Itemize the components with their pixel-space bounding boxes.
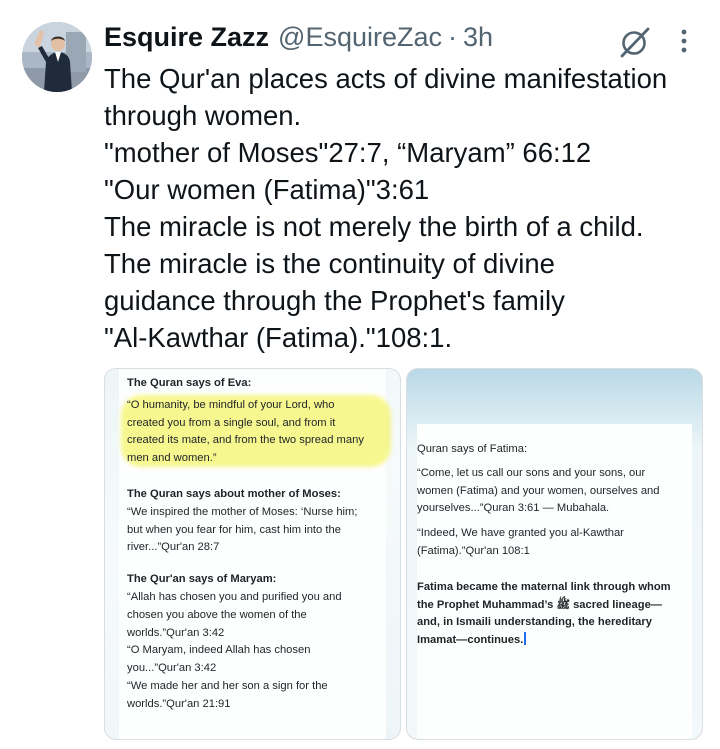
timestamp[interactable]: 3h bbox=[463, 22, 493, 53]
doc-bold-line: the Prophet Muhammad’s ﷺ sacred lineage— bbox=[417, 598, 662, 611]
grok-icon[interactable] bbox=[618, 25, 652, 59]
heading-maryam: The Qur'an says of Maryam: bbox=[127, 573, 277, 586]
more-options-icon[interactable] bbox=[677, 28, 691, 54]
doc-line: created you from a single soul, and from… bbox=[127, 416, 336, 429]
tweet-text: The Qur'an places acts of divine manifes… bbox=[104, 60, 704, 356]
media-image-right[interactable]: Quran says of Fatima: “Come, let us call… bbox=[406, 368, 703, 740]
doc-line: “We inspired the mother of Moses: ‘Nurse… bbox=[127, 505, 358, 518]
doc-line: “Allah has chosen you and purified you a… bbox=[127, 590, 342, 603]
heading-moses: The Quran says about mother of Moses: bbox=[127, 487, 341, 500]
doc-line: created its mate, and from the two sprea… bbox=[127, 434, 364, 447]
doc-line: “O Maryam, indeed Allah has chosen bbox=[127, 644, 311, 657]
tweet-line: The miracle is not merely the birth of a… bbox=[104, 211, 644, 242]
doc-line: but when you fear for him, cast him into… bbox=[127, 523, 341, 536]
user-handle[interactable]: @EsquireZac bbox=[278, 22, 442, 53]
display-name[interactable]: Esquire Zazz bbox=[104, 22, 269, 53]
doc-line: “We made her and her son a sign for the bbox=[127, 679, 328, 692]
doc-line: you...”Qur'an 3:42 bbox=[127, 662, 217, 675]
heading-fatima: Quran says of Fatima: bbox=[417, 443, 528, 455]
tweet-line: guidance through the Prophet's family bbox=[104, 285, 565, 316]
media-image-left[interactable]: The Quran says of Eva: “O humanity, be m… bbox=[104, 368, 401, 740]
doc-bold-line: Imamat—continues. bbox=[417, 634, 524, 647]
doc-line: “Indeed, We have granted you al-Kawthar bbox=[417, 527, 624, 540]
doc-line: worlds.”Qur'an 3:42 bbox=[127, 626, 225, 639]
doc-line: “O humanity, be mindful of your Lord, wh… bbox=[127, 398, 335, 411]
doc-line: yourselves...”Quran 3:61 — Mubahala. bbox=[417, 502, 610, 515]
doc-line: “Come, let us call our sons and your son… bbox=[417, 466, 646, 479]
avatar[interactable] bbox=[22, 22, 92, 92]
text-cursor bbox=[524, 632, 526, 646]
document-text: Quran says of Fatima: “Come, let us call… bbox=[417, 441, 702, 650]
doc-line: chosen you above the women of the bbox=[127, 608, 307, 621]
tweet-line: The miracle is the continuity of divine bbox=[104, 248, 555, 279]
doc-line: women (Fatima) and your women, ourselves… bbox=[417, 484, 660, 497]
tweet-line: The Qur'an places acts of divine manifes… bbox=[104, 63, 668, 94]
tweet-line: "Our women (Fatima)"3:61 bbox=[104, 174, 430, 205]
separator-dot: · bbox=[448, 22, 458, 52]
doc-bold-line: Fatima became the maternal link through … bbox=[417, 580, 671, 593]
doc-line: men and women.” bbox=[127, 452, 217, 465]
tweet-line: "Al-Kawthar (Fatima)."108:1. bbox=[104, 322, 453, 353]
doc-line: river...”Qur'an 28:7 bbox=[127, 541, 220, 554]
doc-line: (Fatima).”Qur'an 108:1 bbox=[417, 544, 530, 557]
tweet-header: Esquire Zazz @EsquireZac · 3h bbox=[104, 22, 493, 56]
heading-eva: The Quran says of Eva: bbox=[127, 377, 252, 389]
document-text: The Quran says of Eva: “O humanity, be m… bbox=[127, 375, 397, 714]
doc-bold-line: and, in Ismaili understanding, the hered… bbox=[417, 616, 652, 629]
tweet-line: through women. bbox=[104, 100, 302, 131]
doc-line: worlds.”Qur'an 21:91 bbox=[127, 697, 231, 710]
tweet-line: "mother of Moses"27:7, “Maryam” 66:12 bbox=[104, 137, 592, 168]
